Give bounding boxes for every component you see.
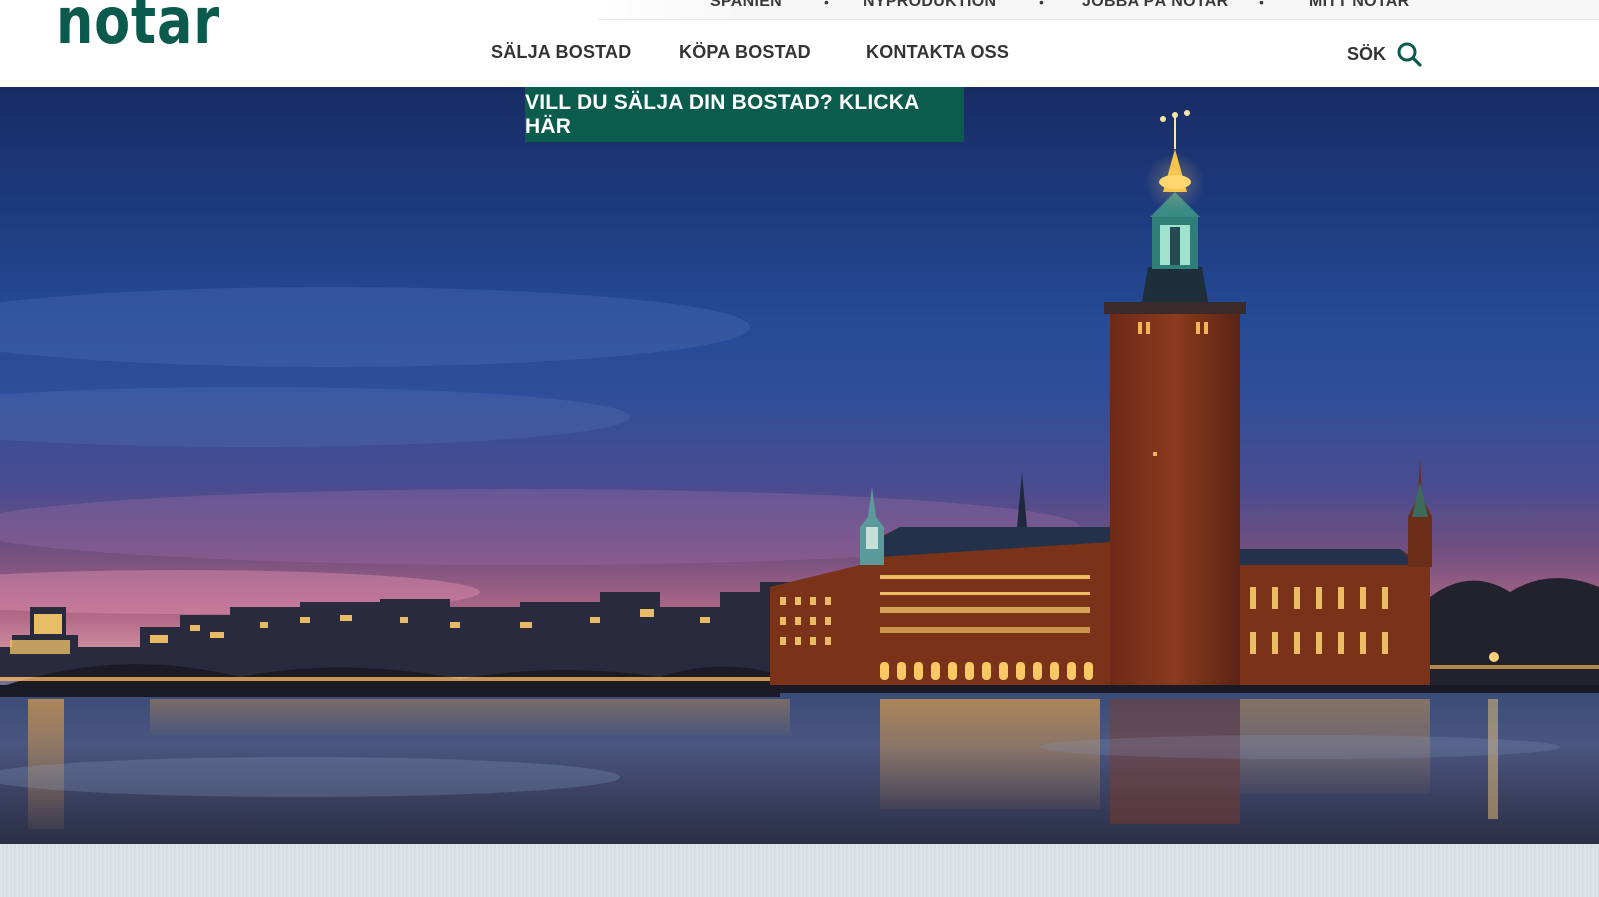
stockholm-city-hall-night-photo <box>0 110 1599 844</box>
topbar-link-jobba-pa-notar[interactable]: JOBBA PÅ NOTAR <box>1082 0 1228 11</box>
page: VILL DU SÄLJA DIN BOSTAD? KLICKA HÄR not… <box>0 0 1599 897</box>
nav-kontakta-oss[interactable]: KONTAKTA OSS <box>866 42 1009 63</box>
hero-image <box>0 87 1599 844</box>
topbar-link-nyproduktion[interactable]: NYPRODUKTION <box>863 0 996 11</box>
topbar-link-mitt-notar[interactable]: MITT NOTAR <box>1309 0 1409 11</box>
search-button[interactable]: SÖK <box>1347 40 1422 68</box>
top-utility-nav: SPANIEN • NYPRODUKTION • JOBBA PÅ NOTAR … <box>598 0 1599 20</box>
nav-kopa-bostad[interactable]: KÖPA BOSTAD <box>679 42 811 63</box>
search-icon <box>1396 41 1422 67</box>
sell-home-cta-label: VILL DU SÄLJA DIN BOSTAD? KLICKA HÄR <box>525 90 919 138</box>
topbar-separator: • <box>1259 0 1264 10</box>
topbar-separator: • <box>824 0 829 10</box>
notar-logo[interactable]: notar <box>56 0 220 54</box>
sell-home-cta-button[interactable]: VILL DU SÄLJA DIN BOSTAD? KLICKA HÄR <box>525 87 964 142</box>
search-label: SÖK <box>1347 43 1387 64</box>
site-header: notar SPANIEN • NYPRODUKTION • JOBBA PÅ … <box>0 0 1599 87</box>
nav-salja-bostad[interactable]: SÄLJA BOSTAD <box>491 42 631 63</box>
content-section-background <box>0 844 1599 897</box>
topbar-separator: • <box>1039 0 1044 10</box>
topbar-link-spanien[interactable]: SPANIEN <box>710 0 782 11</box>
